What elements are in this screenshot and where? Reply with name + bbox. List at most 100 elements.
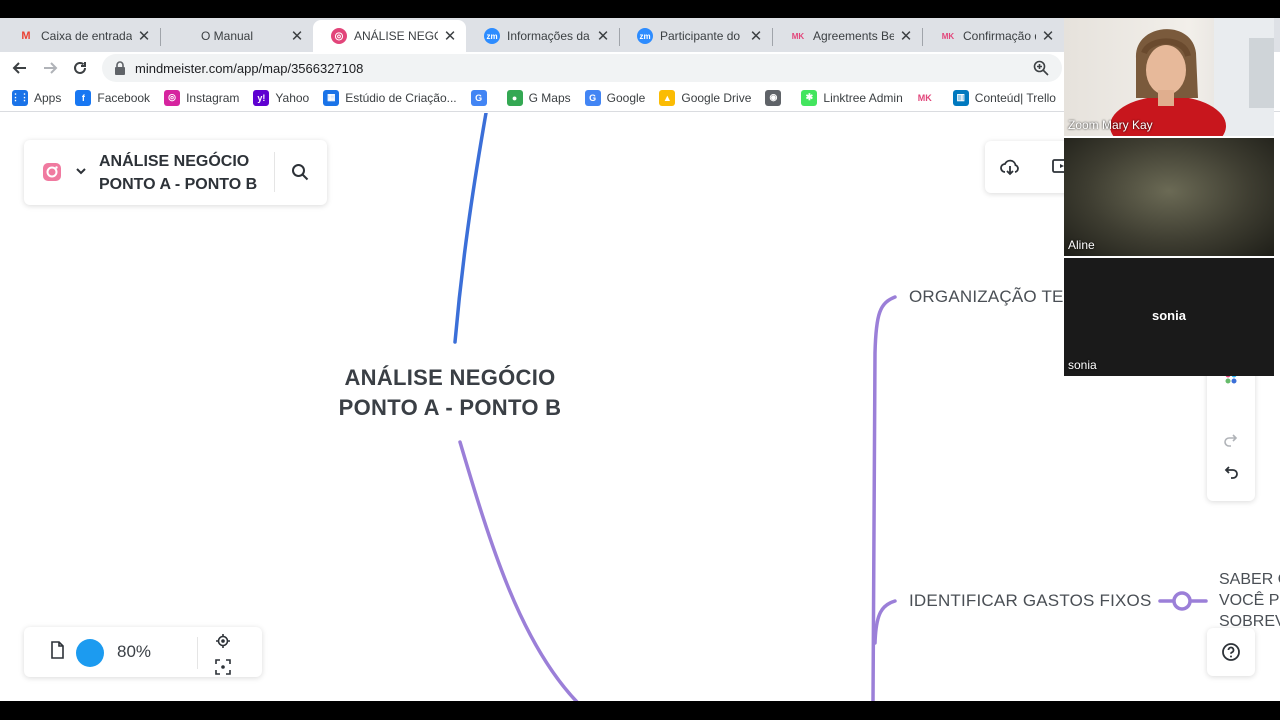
marykay-icon: MK: [941, 31, 955, 41]
locate-center-icon[interactable]: [215, 633, 231, 649]
close-icon[interactable]: ✕: [1040, 27, 1056, 45]
bookmark-g-maps[interactable]: ● G Maps: [506, 89, 571, 106]
branch-line-gastos: [873, 599, 897, 645]
bookmark-label: Instagram: [186, 90, 240, 105]
central-topic[interactable]: ANÁLISE NEGÓCIO PONTO A - PONTO B: [300, 363, 600, 423]
lock-icon: [115, 61, 125, 75]
arrow-right-icon: [44, 62, 58, 74]
node-gastos-fixos[interactable]: IDENTIFICAR GASTOS FIXOS: [909, 591, 1152, 611]
tab-informacoes[interactable]: zm Informações da Re ✕: [466, 20, 619, 52]
bottom-left-toolbar: 80%: [24, 627, 262, 677]
trello-icon: ▥: [952, 89, 969, 106]
video-tile-aline[interactable]: Aline: [1064, 138, 1274, 256]
bookmark-conte-d-trello[interactable]: ▥ Conteúd| Trello: [952, 89, 1056, 106]
bookmark-instagram[interactable]: ◎ Instagram: [164, 89, 240, 106]
bookmark-apps[interactable]: ⋮⋮ Apps: [11, 89, 62, 106]
close-icon[interactable]: ✕: [136, 27, 152, 45]
tab-manual[interactable]: O Manual ✕: [160, 20, 313, 52]
drive-icon: ▲: [659, 89, 676, 106]
google-icon: G: [584, 89, 601, 106]
branch-line-blue: [453, 113, 488, 344]
branch-line-purple-bottom: [458, 440, 579, 701]
maps-pin-icon: ●: [506, 89, 523, 106]
bookmark-label: Google: [606, 90, 646, 105]
tab-agreements[interactable]: MK Agreements Bem- ✕: [772, 20, 922, 52]
instagram-icon: ◎: [164, 89, 181, 106]
zoom-magnifier-icon[interactable]: [1032, 59, 1050, 77]
reload-button[interactable]: [68, 56, 92, 80]
bottom-letterbox: [0, 701, 1280, 720]
bookmark-linktree-admin[interactable]: ✱ Linktree Admin: [801, 89, 903, 106]
zoom-icon: zm: [637, 28, 653, 44]
address-bar[interactable]: mindmeister.com/app/map/3566327108: [102, 54, 1062, 82]
map-title[interactable]: ANÁLISE NEGÓCIO PONTO A - PONTO B: [99, 150, 257, 196]
globe-icon: ◉: [765, 89, 782, 106]
video-tile-mary-kay[interactable]: Zoom Mary Kay: [1064, 18, 1274, 136]
divider: [197, 637, 198, 669]
yahoo-icon: y!: [253, 89, 270, 106]
zoom-level: 80%: [117, 642, 152, 661]
node-saber[interactable]: SABER O VOCÊ P SOBREV: [1219, 569, 1280, 631]
tab-analise-negocio[interactable]: ◎ ANÁLISE NEGÓCIO ✕: [313, 20, 466, 52]
redo-icon[interactable]: [1222, 431, 1240, 449]
zoom-icon: zm: [484, 28, 500, 44]
tab-title: Informações da Re: [507, 29, 591, 43]
screen: M Caixa de entrada ( ✕ O Manual ✕ ◎ ANÁL…: [0, 0, 1280, 720]
bookmark-est-dio-de-cria-o[interactable]: ▦ Estúdio de Criação...: [323, 89, 457, 106]
mindmeister-icon: [43, 163, 61, 181]
close-icon[interactable]: ✕: [898, 27, 914, 45]
tab-title: Confirmação de Pe: [963, 29, 1036, 43]
gmail-icon: M: [21, 30, 31, 42]
close-icon[interactable]: ✕: [442, 27, 458, 45]
apps-grid-icon: ⋮⋮: [11, 89, 29, 106]
map-title-line1: ANÁLISE NEGÓCIO: [99, 153, 250, 170]
help-icon: [1222, 643, 1240, 661]
tab-title: O Manual: [201, 29, 254, 43]
linktree-icon: ✱: [801, 89, 818, 106]
bookmark-google[interactable]: G Google: [584, 89, 646, 106]
bookmark-label: Apps: [34, 90, 62, 105]
tab-title: Agreements Bem-: [813, 29, 894, 43]
tab-gmail[interactable]: M Caixa de entrada ( ✕: [0, 20, 160, 52]
bookmark-label: Estúdio de Criação...: [345, 90, 457, 105]
close-icon[interactable]: ✕: [748, 27, 764, 45]
arrow-left-icon: [12, 62, 26, 74]
top-right-toolbar: [985, 141, 1075, 193]
reload-icon: [74, 61, 86, 74]
undo-icon[interactable]: [1222, 463, 1240, 481]
page-icon[interactable]: [48, 640, 66, 660]
back-button[interactable]: [8, 56, 32, 80]
bookmark-google-drive[interactable]: ▲ Google Drive: [659, 89, 752, 106]
search-icon[interactable]: [290, 162, 310, 182]
close-icon[interactable]: ✕: [289, 27, 305, 45]
marykay-icon: MK: [791, 31, 805, 41]
chevron-down-icon[interactable]: [74, 164, 88, 178]
help-button[interactable]: [1207, 628, 1255, 676]
tab-participante[interactable]: zm Participante do Po ✕: [619, 20, 772, 52]
tab-confirmacao[interactable]: MK Confirmação de Pe ✕: [922, 20, 1064, 52]
tab-title: Participante do Po: [660, 29, 744, 43]
bookmark-icon-11[interactable]: MK: [917, 90, 939, 106]
top-letterbox: [0, 0, 1280, 18]
forward-button[interactable]: [38, 56, 62, 80]
bookmark-label: Facebook: [97, 90, 151, 105]
bookmark-icon-5[interactable]: G: [470, 89, 493, 106]
collapse-node-handle[interactable]: [1172, 591, 1192, 611]
map-title-line2: PONTO A - PONTO B: [99, 176, 258, 193]
bookmark-label: Google Drive: [681, 90, 752, 105]
participant-center-name: sonia: [1152, 308, 1186, 323]
bookmark-yahoo[interactable]: y! Yahoo: [253, 89, 309, 106]
fit-screen-icon[interactable]: [215, 659, 231, 675]
bookmark-icon-9[interactable]: ◉: [765, 89, 787, 106]
cloud-download-icon[interactable]: [999, 156, 1021, 178]
close-icon[interactable]: ✕: [595, 27, 611, 45]
marykay-icon: MK: [917, 92, 932, 103]
node-organizacao[interactable]: ORGANIZAÇÃO TE: [909, 287, 1064, 307]
zoom-indicator-dot[interactable]: [76, 639, 104, 667]
video-tile-sonia[interactable]: sonia sonia: [1064, 258, 1274, 376]
bookmark-facebook[interactable]: f Facebook: [75, 89, 151, 106]
node-saber-line2: VOCÊ P: [1219, 592, 1280, 609]
bookmark-label: G Maps: [528, 90, 571, 105]
divider: [274, 152, 275, 192]
bookmark-label: Linktree Admin: [823, 90, 903, 105]
